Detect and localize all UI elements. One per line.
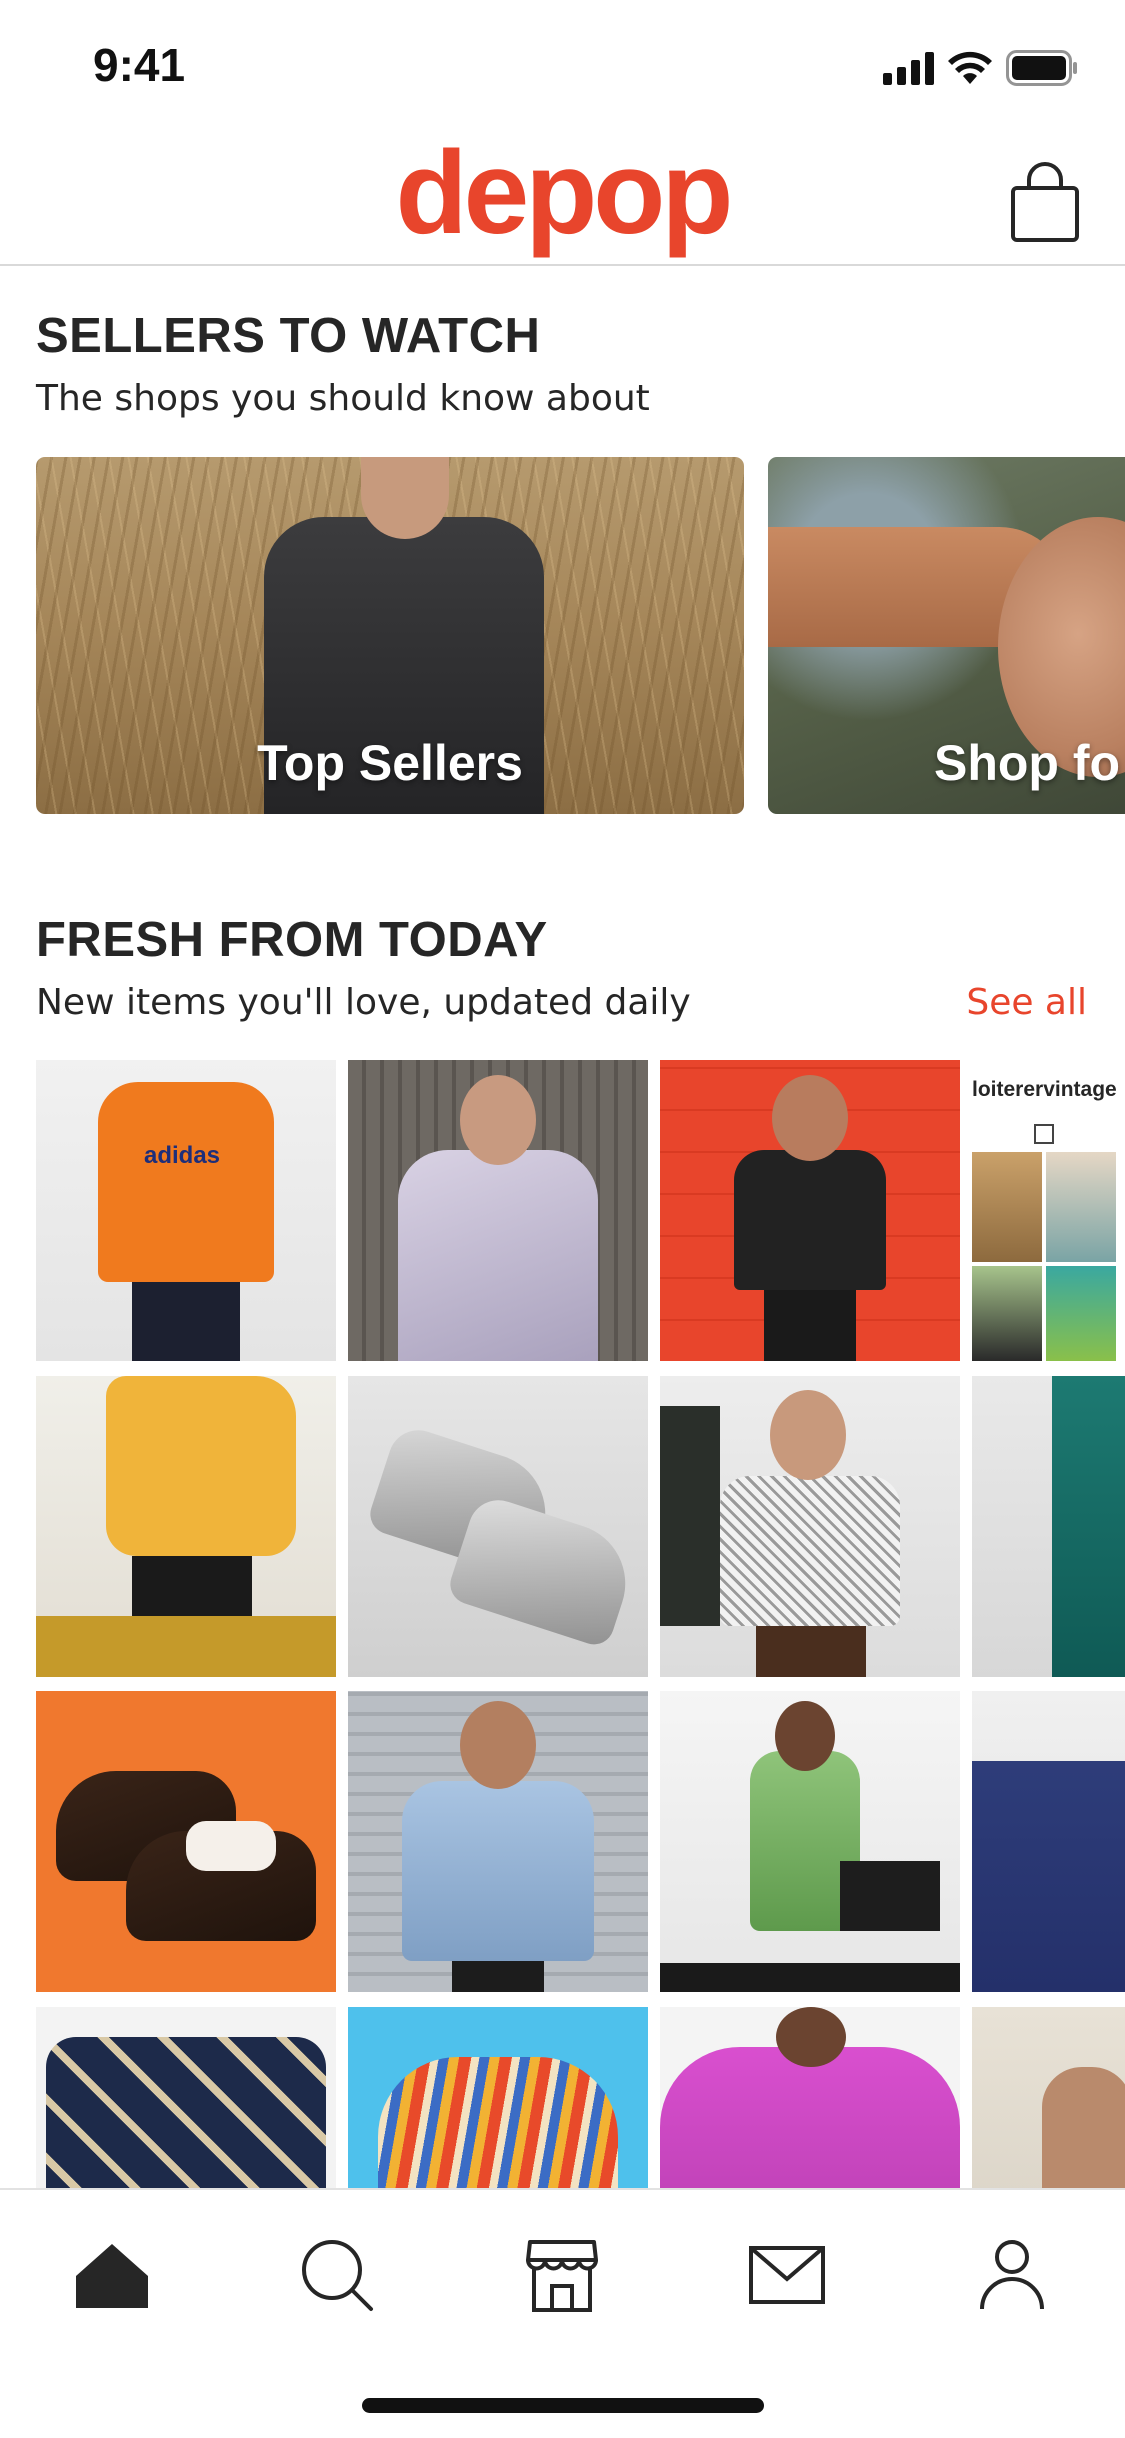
home-indicator[interactable] — [362, 2398, 764, 2413]
product-tile[interactable] — [348, 1376, 648, 1677]
status-bar: 9:41 — [0, 0, 1125, 132]
tile-jeans — [972, 1761, 1125, 1992]
sellers-section-title: SELLERS TO WATCH — [36, 309, 541, 363]
tile-head — [460, 1701, 536, 1789]
tile-jacket — [398, 1150, 598, 1361]
tile-tshirt — [734, 1150, 886, 1290]
product-tile[interactable] — [660, 1060, 960, 1361]
tile-shirt — [98, 1082, 274, 1282]
sellers-carousel[interactable]: Top Sellers Shop fo — [36, 457, 1125, 814]
tile-legs — [132, 1282, 240, 1361]
seller-card-shop-for[interactable]: Shop fo — [768, 457, 1125, 814]
wifi-icon — [948, 51, 992, 84]
product-tile[interactable] — [660, 2007, 960, 2190]
tile-head — [776, 2007, 846, 2067]
product-tile[interactable]: adidas — [36, 1060, 336, 1361]
home-icon — [76, 2244, 148, 2308]
tile-suitcase — [840, 1861, 940, 1931]
product-tile[interactable] — [36, 2007, 336, 2190]
tile-sweater — [378, 2057, 618, 2190]
tile-brand-text: adidas — [144, 1142, 221, 1169]
product-tile[interactable] — [660, 1376, 960, 1677]
product-tile[interactable] — [348, 1691, 648, 1992]
product-tile[interactable] — [660, 1691, 960, 1992]
profile-icon — [980, 2240, 1044, 2310]
see-all-link[interactable]: See all — [966, 982, 1087, 1023]
tile-thumb — [972, 1152, 1042, 1262]
status-icons — [883, 48, 1078, 88]
tile-cowhide — [186, 1821, 276, 1871]
product-tile[interactable] — [36, 1691, 336, 1992]
tile-jacket — [402, 1781, 594, 1961]
sellers-section-subtitle: The shops you should know about — [36, 378, 650, 419]
tile-shirt — [46, 2037, 326, 2190]
tile-skirt — [756, 1626, 866, 1677]
messages-icon — [749, 2246, 825, 2304]
cellular-signal-icon — [883, 51, 934, 85]
nav-shop[interactable] — [517, 2230, 607, 2320]
depop-logo[interactable]: depop — [0, 132, 1125, 262]
tile-username: loiterervintage — [972, 1078, 1117, 1101]
tile-thumb — [1046, 1266, 1116, 1361]
tile-top — [660, 2047, 960, 2190]
seller-card-label: Top Sellers — [257, 735, 523, 791]
seller-card-label: Shop fo — [934, 735, 1121, 791]
tile-head — [460, 1075, 536, 1165]
tile-legs — [764, 1290, 856, 1361]
tile-thumb — [1046, 1152, 1116, 1262]
product-tile-profile[interactable]: loiterervintage — [972, 1060, 1125, 1361]
tile-sneaker — [445, 1492, 641, 1650]
tile-person — [1042, 2067, 1125, 2190]
product-tile[interactable] — [972, 1376, 1125, 1677]
tile-chair — [36, 1616, 336, 1677]
seller-card-top-sellers[interactable]: Top Sellers — [36, 457, 744, 814]
grid-view-icon — [1034, 1124, 1054, 1144]
fresh-section-title: FRESH FROM TODAY — [36, 913, 548, 967]
nav-profile[interactable] — [967, 2230, 1057, 2320]
tile-floor — [660, 1963, 960, 1992]
product-tile[interactable] — [36, 1376, 336, 1677]
status-time: 9:41 — [93, 39, 186, 91]
shopping-bag-button[interactable] — [1005, 158, 1085, 244]
app-header: depop — [0, 132, 1125, 266]
battery-icon — [1006, 50, 1077, 86]
shopping-bag-icon — [1011, 162, 1079, 242]
nav-search[interactable] — [292, 2230, 382, 2320]
tile-legs — [452, 1961, 544, 1992]
tile-head — [770, 1390, 846, 1480]
shop-icon — [526, 2240, 598, 2312]
fresh-section-subtitle: New items you'll love, updated daily — [36, 982, 691, 1023]
product-tile[interactable] — [972, 1691, 1125, 1992]
product-tile[interactable] — [972, 2007, 1125, 2190]
nav-messages[interactable] — [742, 2230, 832, 2320]
tile-thumb — [972, 1266, 1042, 1361]
tile-head — [775, 1701, 835, 1771]
tile-dress — [1052, 1376, 1125, 1677]
tile-blouse — [720, 1476, 900, 1626]
tile-head — [772, 1075, 848, 1161]
tile-window — [660, 1406, 720, 1626]
tile-sweater — [106, 1376, 296, 1556]
product-tile[interactable] — [348, 1060, 648, 1361]
search-icon — [302, 2240, 373, 2311]
product-tile[interactable] — [348, 2007, 648, 2190]
nav-home[interactable] — [67, 2230, 157, 2320]
